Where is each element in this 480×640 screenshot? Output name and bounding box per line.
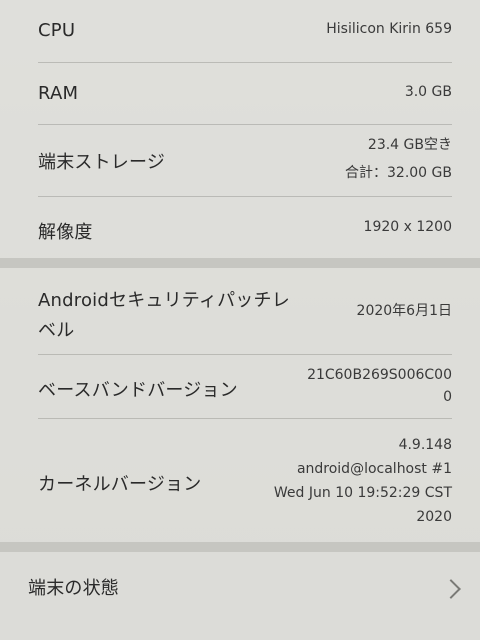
status-card: 端末の状態: [0, 552, 480, 640]
security-patch-label-line2: ベル: [38, 320, 75, 341]
software-card: Androidセキュリティパッチレ ベル 2020年6月1日 ベースバンドバージ…: [0, 268, 480, 542]
kernel-value-line4: 2020: [416, 509, 452, 525]
security-patch-label-line1: Androidセキュリティパッチレ: [38, 290, 290, 311]
storage-row: 端末ストレージ 23.4 GB空き 合計：32.00 GB: [0, 124, 480, 196]
cpu-row: CPU Hisilicon Kirin 659: [0, 0, 480, 62]
section-gap: [0, 258, 480, 268]
resolution-value: 1920 x 1200: [363, 219, 452, 235]
baseband-value-line2: 0: [443, 389, 452, 405]
kernel-label: カーネルバージョン: [38, 474, 202, 495]
resolution-row: 解像度 1920 x 1200: [0, 196, 480, 258]
hardware-card: CPU Hisilicon Kirin 659 RAM 3.0 GB 端末ストレ…: [0, 0, 480, 258]
kernel-value-line2: android@localhost #1: [296, 461, 452, 477]
kernel-value-line3: Wed Jun 10 19:52:29 CST: [273, 485, 452, 501]
ram-value: 3.0 GB: [404, 84, 452, 100]
ram-label: RAM: [38, 83, 79, 104]
cpu-label: CPU: [38, 20, 76, 41]
section-gap: [0, 542, 480, 552]
kernel-row: カーネルバージョン 4.9.148 android@localhost #1 W…: [0, 418, 480, 542]
about-phone-screen: CPU Hisilicon Kirin 659 RAM 3.0 GB 端末ストレ…: [0, 0, 480, 640]
storage-label: 端末ストレージ: [38, 152, 166, 173]
baseband-label: ベースバンドバージョン: [38, 380, 238, 401]
kernel-value-line1: 4.9.148: [398, 437, 452, 453]
storage-value-available: 23.4 GB空き: [367, 137, 452, 153]
ram-row: RAM 3.0 GB: [0, 62, 480, 124]
baseband-row: ベースバンドバージョン 21C60B269S006C00 0: [0, 354, 480, 418]
resolution-label: 解像度: [38, 222, 93, 243]
baseband-value-line1: 21C60B269S006C00: [307, 367, 452, 383]
cpu-value: Hisilicon Kirin 659: [326, 21, 452, 37]
security-patch-row: Androidセキュリティパッチレ ベル 2020年6月1日: [0, 268, 480, 354]
device-status-row[interactable]: 端末の状態: [0, 552, 480, 622]
storage-value-total: 合計：32.00 GB: [345, 165, 452, 181]
chevron-right-icon: [441, 579, 461, 599]
device-status-label: 端末の状態: [28, 578, 119, 599]
security-patch-value: 2020年6月1日: [356, 303, 452, 319]
